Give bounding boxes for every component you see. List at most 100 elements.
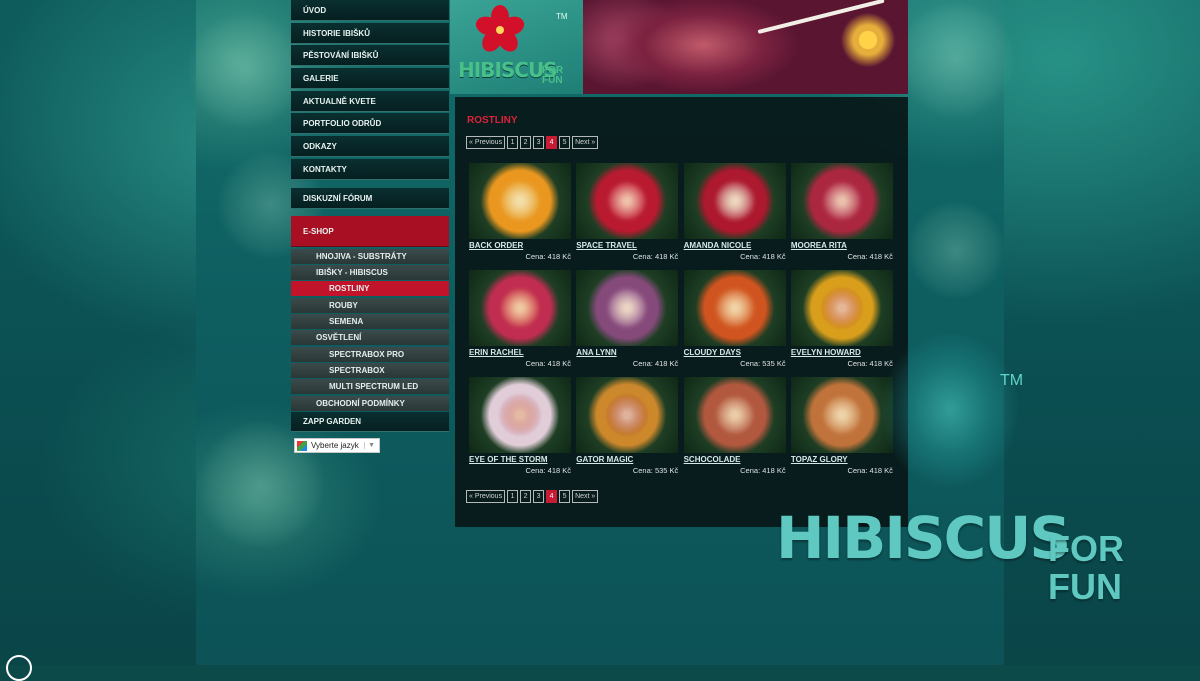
flower-decoration: [186, 10, 306, 130]
eshop-subnav-item[interactable]: ROUBY: [291, 297, 449, 313]
product-card: EVELYN HOWARD Cena: 418 Kč: [790, 270, 893, 370]
eshop-subnav-item[interactable]: IBIŠKY - HIBISCUS: [291, 265, 449, 281]
pagination-next-button[interactable]: Next »: [572, 136, 599, 149]
product-price: Cena: 418 Kč: [847, 359, 893, 368]
product-name-link[interactable]: BACK ORDER: [469, 241, 571, 250]
logo-trademark: TM: [556, 12, 568, 21]
product-price: Cena: 418 Kč: [525, 252, 571, 261]
logo-for-fun: FOR FUN: [542, 66, 563, 86]
nav-item[interactable]: GALERIE: [291, 68, 449, 90]
nav-item-eshop[interactable]: E-SHOP: [291, 216, 449, 248]
pagination-page-link[interactable]: 1: [507, 136, 519, 149]
pagination-page-link[interactable]: 3: [533, 136, 545, 149]
product-price: Cena: 418 Kč: [847, 466, 893, 475]
product-name-link[interactable]: EYE OF THE STORM: [469, 455, 571, 464]
product-name-link[interactable]: GATOR MAGIC: [576, 455, 678, 464]
product-photo[interactable]: [576, 270, 679, 346]
header-banner-image: [583, 0, 908, 94]
product-card: EYE OF THE STORM Cena: 418 Kč: [469, 377, 571, 477]
product-price: Cena: 418 Kč: [740, 466, 786, 475]
site-logo[interactable]: TM HIBISCUS FOR FUN: [450, 0, 583, 94]
product-photo[interactable]: [790, 377, 893, 453]
eshop-subnav-item[interactable]: HNOJIVA - SUBSTRÁTY: [291, 248, 449, 264]
product-card: MOOREA RITA Cena: 418 Kč: [790, 163, 893, 263]
product-name-link[interactable]: CLOUDY DAYS: [684, 348, 786, 357]
brand-trademark: TM: [1000, 372, 1024, 389]
nav-item[interactable]: AKTUALNĚ KVETE: [291, 90, 449, 112]
flower-decoration: [896, 0, 1016, 120]
eshop-subnav-item[interactable]: SPECTRABOX PRO: [291, 346, 449, 362]
corner-circle-decoration: [6, 655, 32, 681]
page-title: ROSTLINY: [467, 115, 518, 126]
product-grid: BACK ORDER Cena: 418 Kč SPACE TRAVEL Cena: …: [469, 163, 899, 477]
pagination-page-link[interactable]: 2: [520, 136, 532, 149]
nav-item[interactable]: PORTFOLIO ODRŮD: [291, 113, 449, 135]
pagination-page-link[interactable]: 5: [559, 490, 571, 503]
product-photo[interactable]: [790, 163, 893, 239]
product-name-link[interactable]: EVELYN HOWARD: [791, 348, 893, 357]
nav-item-zapp-garden[interactable]: ZAPP GARDEN: [291, 411, 449, 432]
product-card: ANA LYNN Cena: 418 Kč: [576, 270, 679, 370]
product-photo[interactable]: [469, 377, 571, 453]
pagination-page-link[interactable]: 4: [546, 136, 558, 149]
product-photo[interactable]: [790, 270, 893, 346]
product-card: SPACE TRAVEL Cena: 418 Kč: [576, 163, 679, 263]
product-name-link[interactable]: SPACE TRAVEL: [576, 241, 678, 250]
eshop-subnav-item[interactable]: SPECTRABOX: [291, 362, 449, 378]
product-photo[interactable]: [469, 270, 571, 346]
product-photo[interactable]: [576, 377, 679, 453]
product-price: Cena: 418 Kč: [740, 252, 786, 261]
product-name-link[interactable]: MOOREA RITA: [791, 241, 893, 250]
product-price: Cena: 535 Kč: [632, 466, 679, 475]
pagination-next-button[interactable]: Next »: [572, 490, 599, 503]
product-name-link[interactable]: TOPAZ GLORY: [791, 455, 893, 464]
product-name-link[interactable]: ERIN RACHEL: [469, 348, 571, 357]
pagination-previous-button[interactable]: « Previous: [466, 136, 506, 149]
pagination-page-link[interactable]: 1: [507, 490, 519, 503]
product-listing: ROSTLINY « Previous 1 2 3 4 5 Next » BACK ORDE…: [455, 97, 908, 527]
product-name-link[interactable]: AMANDA NICOLE: [684, 241, 786, 250]
brand-watermark-text: HIBISCUS: [776, 504, 1071, 572]
product-photo[interactable]: [683, 377, 786, 453]
pagination-page-link[interactable]: 2: [520, 490, 532, 503]
pagination-page-link[interactable]: 4: [546, 490, 558, 503]
language-select-label: Vyberte jazyk: [311, 441, 359, 450]
nav-item[interactable]: HISTORIE IBIŠKŮ: [291, 22, 449, 44]
language-select[interactable]: Vyberte jazyk ▼: [294, 438, 380, 453]
nav-item[interactable]: PĚSTOVÁNÍ IBIŠKŮ: [291, 45, 449, 67]
product-name-link[interactable]: ANA LYNN: [576, 348, 678, 357]
eshop-subnav-item[interactable]: OBCHODNÍ PODMÍNKY: [291, 395, 449, 411]
eshop-subnav-item[interactable]: MULTI SPECTRUM LED: [291, 379, 449, 395]
brand-watermark-for-fun: FOR FUN: [1048, 530, 1124, 606]
product-name-link[interactable]: SCHOCOLADE: [684, 455, 786, 464]
pagination-previous-button[interactable]: « Previous: [466, 490, 506, 503]
product-photo[interactable]: [469, 163, 571, 239]
nav-item[interactable]: ODKAZY: [291, 136, 449, 158]
banner-pollen: [833, 5, 903, 75]
product-price: Cena: 418 Kč: [525, 466, 571, 475]
dropdown-arrow-icon: ▼: [364, 442, 375, 449]
pagination-page-link[interactable]: 5: [559, 136, 571, 149]
pagination-bottom: « Previous 1 2 3 4 5 Next »: [466, 490, 599, 503]
eshop-subnav-item[interactable]: ROSTLINY: [291, 281, 449, 297]
pagination-page-link[interactable]: 3: [533, 490, 545, 503]
nav-item[interactable]: ÚVOD: [291, 0, 449, 21]
product-card: GATOR MAGIC Cena: 535 Kč: [576, 377, 679, 477]
google-translate-icon: [297, 440, 307, 451]
nav-item[interactable]: KONTAKTY: [291, 158, 449, 180]
product-photo[interactable]: [683, 163, 786, 239]
product-card: TOPAZ GLORY Cena: 418 Kč: [790, 377, 893, 477]
brand-for: FOR: [1048, 528, 1124, 569]
product-photo[interactable]: [576, 163, 679, 239]
eshop-subnav-item[interactable]: OSVĚTLENÍ: [291, 330, 449, 346]
product-price: Cena: 418 Kč: [632, 359, 679, 368]
nav-item-forum[interactable]: DISKUZNÍ FÓRUM: [291, 187, 449, 209]
brand-flower-decoration: [880, 330, 1020, 490]
product-card: SCHOCOLADE Cena: 418 Kč: [683, 377, 786, 477]
brand-fun: FUN: [1048, 566, 1122, 607]
main-navigation: ÚVOD HISTORIE IBIŠKŮ PĚSTOVÁNÍ IBIŠKŮ GALER…: [291, 0, 449, 434]
logo-fun: FUN: [542, 75, 563, 86]
product-photo[interactable]: [683, 270, 786, 346]
eshop-subnav-item[interactable]: SEMENA: [291, 314, 449, 330]
product-price: Cena: 418 Kč: [525, 359, 571, 368]
